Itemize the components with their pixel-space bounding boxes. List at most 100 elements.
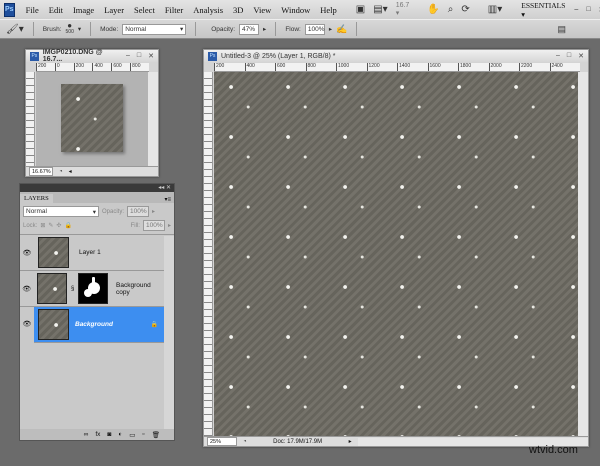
brush-dropdown-icon[interactable]: ▾ <box>78 25 81 33</box>
menu-view[interactable]: View <box>248 5 276 15</box>
link-icon[interactable]: § <box>71 286 74 292</box>
document-title-bar[interactable]: Ps IMGP0210.DNG @ 16.7... – □ ✕ <box>26 49 158 63</box>
layer-name: Background <box>75 321 113 328</box>
ps-doc-icon: Ps <box>30 51 39 61</box>
new-layer-icon[interactable]: ▫ <box>142 431 144 438</box>
lock-image-icon[interactable]: ✎ <box>48 222 53 229</box>
status-menu-icon[interactable]: ◔ <box>243 439 247 445</box>
status-arrow-icon[interactable]: ▸ <box>349 438 352 445</box>
bridge-icon[interactable]: ▣ <box>352 4 369 15</box>
divider <box>32 22 34 36</box>
ruler-tick: 2400 <box>549 63 581 71</box>
ruler-tick: 800 <box>130 63 149 71</box>
menu-help[interactable]: Help <box>315 5 342 15</box>
airbrush-icon[interactable]: ✍ <box>336 24 347 35</box>
arrange-documents-icon[interactable]: ▥▾ <box>484 4 506 15</box>
opacity-slider-button[interactable]: ▸ <box>263 25 266 33</box>
lock-all-icon[interactable]: 🔒 <box>64 222 71 229</box>
link-layers-icon[interactable]: ∞ <box>84 431 89 438</box>
fill-slider-button[interactable]: ▸ <box>168 222 171 229</box>
canvas[interactable] <box>214 72 580 436</box>
new-group-icon[interactable]: ▭ <box>129 431 135 439</box>
screen-mode-icon[interactable]: ▤▾ <box>369 4 391 15</box>
zoom-icon[interactable]: ⌕ <box>444 4 458 15</box>
chevron-down-icon: ▾ <box>92 208 96 216</box>
vertical-scrollbar[interactable] <box>164 236 174 430</box>
add-mask-icon[interactable]: ◙ <box>107 431 111 438</box>
ruler-tick: 400 <box>244 63 276 71</box>
adjustment-layer-icon[interactable]: ◐ <box>118 431 122 438</box>
ruler-tick: 0 <box>54 63 74 71</box>
layers-panel: ◂◂ ✕ LAYERS ▾≡ Normal ▾ Opacity: 100% ▸ L… <box>19 183 175 441</box>
panel-menu-icon[interactable]: ▾≡ <box>164 196 171 203</box>
vertical-scrollbar[interactable] <box>148 72 158 166</box>
maximize-icon[interactable]: □ <box>137 52 141 60</box>
status-menu-icon[interactable]: ◔ <box>59 169 63 175</box>
horizontal-ruler: 200 400 600 800 1000 1200 1400 1600 1800 2000 2200… <box>214 63 580 72</box>
mode-select[interactable]: Normal ▾ <box>122 23 187 35</box>
minimize-icon[interactable]: – <box>126 52 130 60</box>
document-size: Doc: 17.9M/17.9M <box>273 438 323 445</box>
panel-header[interactable]: ◂◂ ✕ <box>20 184 174 192</box>
layer-mask-thumbnail[interactable] <box>78 273 109 304</box>
menu-filter[interactable]: Filter <box>160 5 188 15</box>
workspace-switcher[interactable]: ESSENTIALS ▾ <box>516 1 570 19</box>
eye-icon[interactable]: 👁 <box>20 249 34 257</box>
rotate-view-icon[interactable]: ⟳ <box>457 4 473 15</box>
menu-select[interactable]: Select <box>129 5 160 15</box>
zoom-field[interactable]: 25% <box>207 437 237 446</box>
menu-bar: Ps File Edit Image Layer Select Filter A… <box>0 0 600 19</box>
brush-tool-icon[interactable]: 🖌▾ <box>6 24 24 35</box>
minimize-icon[interactable]: – <box>570 6 582 13</box>
flow-slider-button[interactable]: ▸ <box>329 25 332 33</box>
flow-input[interactable]: 100% <box>304 23 325 35</box>
menu-analysis[interactable]: Analysis <box>188 5 228 15</box>
lock-position-icon[interactable]: ✣ <box>56 222 61 229</box>
fill-input[interactable]: 100% <box>142 220 165 231</box>
zoom-field[interactable]: 16.67% <box>29 167 53 176</box>
eye-icon[interactable]: 👁 <box>20 306 34 343</box>
layer-row[interactable]: 👁 § Background copy <box>20 271 164 307</box>
ruler-tick: 1000 <box>336 63 367 71</box>
lock-label: Lock: <box>23 222 38 229</box>
document-title-bar[interactable]: Ps Untitled-3 @ 25% (Layer 1, RGB/8) * –… <box>204 50 588 62</box>
menu-layer[interactable]: Layer <box>99 5 129 15</box>
brush-preset-picker[interactable]: ● 500 <box>65 22 74 36</box>
menu-3d[interactable]: 3D <box>228 5 248 15</box>
close-icon[interactable]: ✕ <box>595 6 600 14</box>
status-bar: 16.67% ◔ ◂ <box>26 166 158 176</box>
ruler-tick: 800 <box>305 63 337 71</box>
maximize-icon[interactable]: □ <box>582 6 594 13</box>
document-window-small: Ps IMGP0210.DNG @ 16.7... – □ ✕ 200 0 200 400… <box>25 49 159 177</box>
menu-image[interactable]: Image <box>68 5 99 15</box>
eye-icon[interactable]: 👁 <box>20 285 33 293</box>
fx-icon[interactable]: fx <box>95 431 100 438</box>
hand-icon[interactable]: ✋ <box>423 4 443 15</box>
layer-row-selected[interactable]: 👁 Background 🔒 <box>20 306 164 343</box>
maximize-icon[interactable]: □ <box>567 52 571 60</box>
fill-label: Fill: <box>130 222 140 229</box>
close-icon[interactable]: ✕ <box>578 52 584 60</box>
layer-row[interactable]: 👁 Layer 1 <box>20 235 164 271</box>
menu-edit[interactable]: Edit <box>44 5 68 15</box>
menu-file[interactable]: File <box>21 5 44 15</box>
scroll-left-icon[interactable]: ◂ <box>69 168 72 175</box>
layer-thumbnail <box>37 273 68 304</box>
vertical-scrollbar[interactable] <box>578 72 588 436</box>
opacity-input[interactable]: 100% <box>127 206 150 217</box>
menu-window[interactable]: Window <box>276 5 315 15</box>
blend-mode-select[interactable]: Normal ▾ <box>23 206 99 217</box>
zoom-level-dropdown[interactable]: 16.7 ▾ <box>392 2 414 17</box>
lock-transparent-icon[interactable]: ⊠ <box>40 222 45 229</box>
tab-layers[interactable]: LAYERS <box>20 194 53 203</box>
layer-list: 👁 Layer 1 👁 § Background copy 👁 Backgrou… <box>20 235 164 343</box>
opacity-slider-button[interactable]: ▸ <box>152 208 155 215</box>
brush-panel-icon[interactable]: ▤ <box>557 24 566 35</box>
opacity-input[interactable]: 47% <box>239 23 260 35</box>
brush-size: 500 <box>65 29 74 35</box>
image-preview <box>61 84 123 152</box>
minimize-icon[interactable]: – <box>556 52 560 60</box>
canvas-area[interactable] <box>36 72 149 166</box>
trash-icon[interactable]: 🗑 <box>152 431 160 439</box>
close-icon[interactable]: ✕ <box>148 52 154 60</box>
